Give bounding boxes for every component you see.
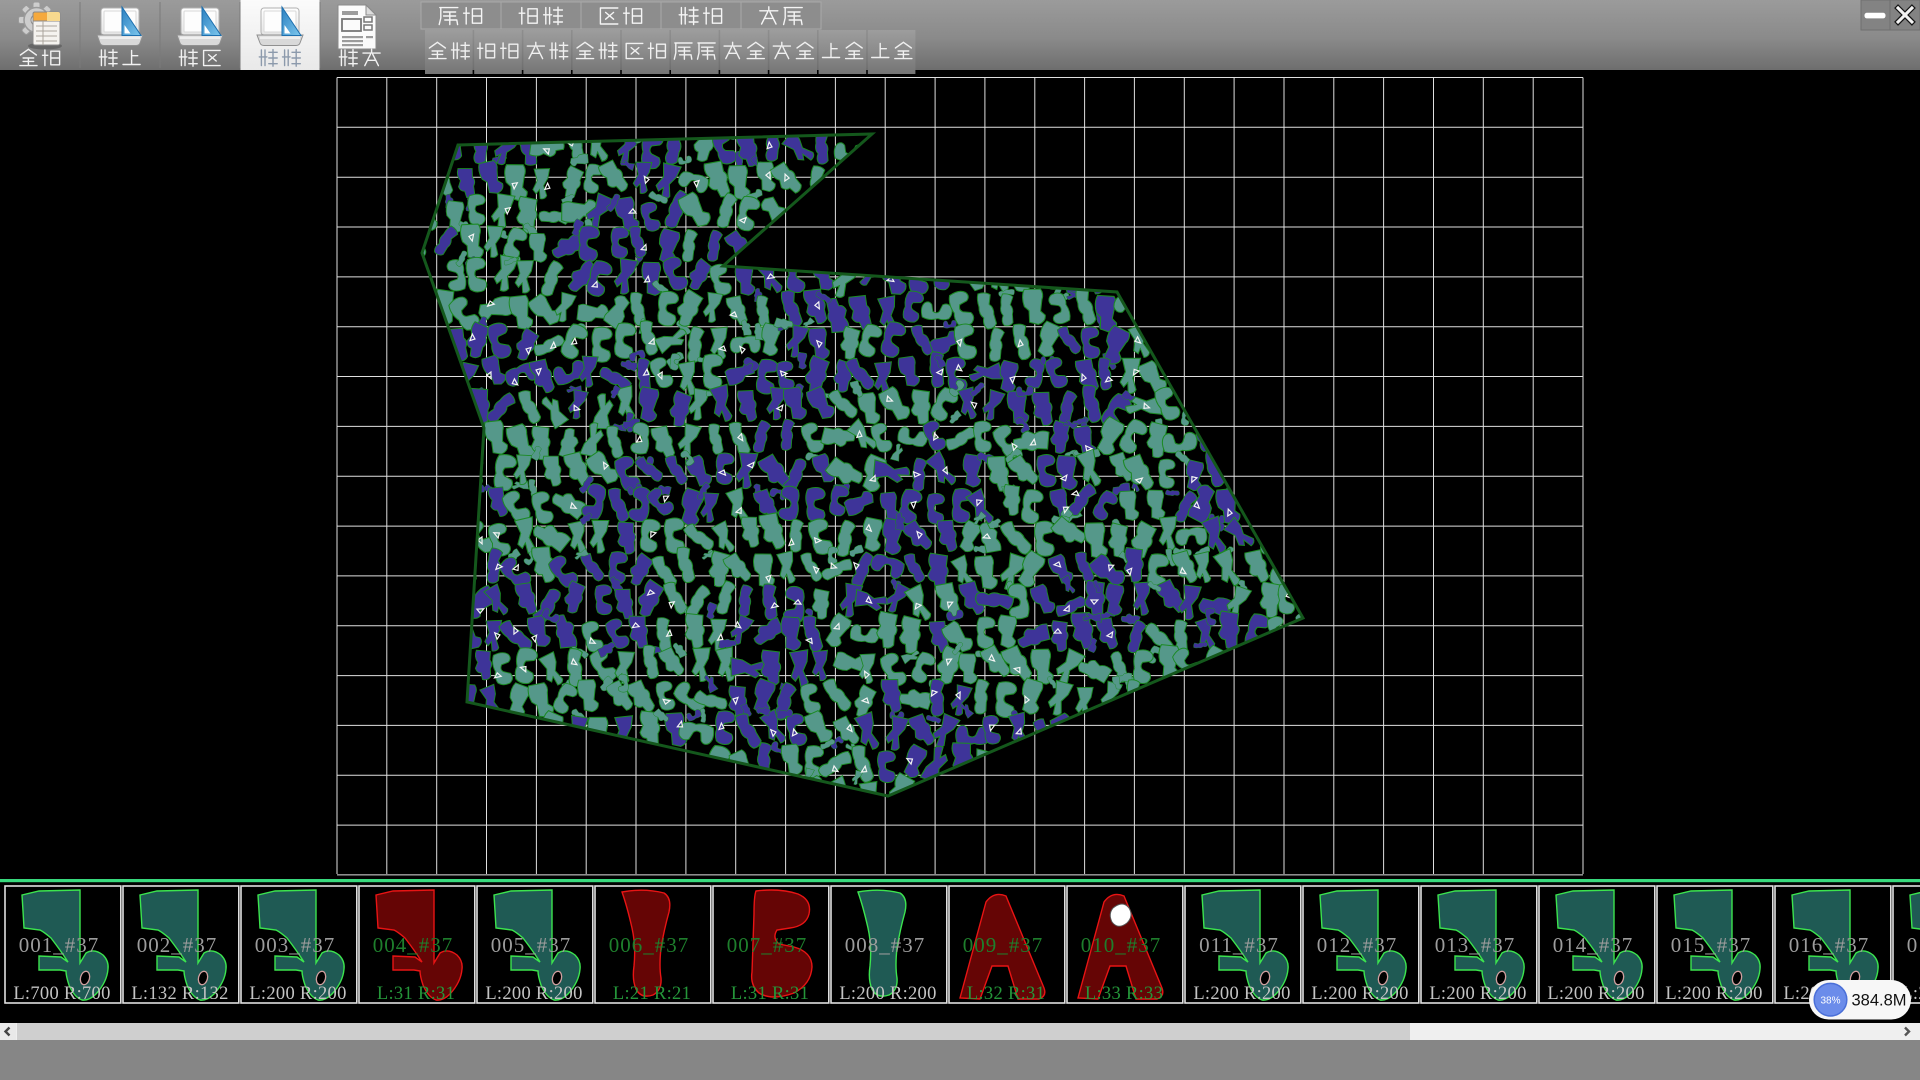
svg-text:L:21 R:21: L:21 R:21 <box>613 984 691 1004</box>
svg-text:L:200 R:200: L:200 R:200 <box>485 984 582 1004</box>
svg-text:L:700 R:700: L:700 R:700 <box>13 984 110 1004</box>
svg-text:015_#37: 015_#37 <box>1671 933 1752 957</box>
svg-text:010_#37: 010_#37 <box>1081 933 1162 957</box>
svg-text:L:200 R:200: L:200 R:200 <box>1547 984 1644 1004</box>
svg-text:L:200 R:200: L:200 R:200 <box>1429 984 1526 1004</box>
svg-text:004_#37: 004_#37 <box>373 933 454 957</box>
svg-text:384.8M: 384.8M <box>1852 992 1907 1010</box>
svg-text:38%: 38% <box>1820 996 1840 1007</box>
svg-text:005_#37: 005_#37 <box>491 933 572 957</box>
svg-text:L:200 R:200: L:200 R:200 <box>249 984 346 1004</box>
svg-text:L:33 R:33: L:33 R:33 <box>1085 984 1163 1004</box>
svg-text:008_#37: 008_#37 <box>845 933 926 957</box>
svg-text:001_#37: 001_#37 <box>19 933 100 957</box>
svg-text:013_#37: 013_#37 <box>1435 933 1516 957</box>
svg-text:L:200 R:200: L:200 R:200 <box>1193 984 1290 1004</box>
svg-text:L:32 R:31: L:32 R:31 <box>967 984 1045 1004</box>
svg-text:006_#37: 006_#37 <box>609 933 690 957</box>
svg-text:L:31 R:31: L:31 R:31 <box>731 984 809 1004</box>
svg-text:016_#37: 016_#37 <box>1789 933 1870 957</box>
svg-text:L:200 R:200: L:200 R:200 <box>1311 984 1408 1004</box>
svg-text:014_#37: 014_#37 <box>1553 933 1634 957</box>
svg-text:017_#37: 017_#37 <box>1907 933 1920 957</box>
svg-text:007_#37: 007_#37 <box>727 933 808 957</box>
svg-text:009_#37: 009_#37 <box>963 933 1044 957</box>
svg-text:L:200 R:200: L:200 R:200 <box>1665 984 1762 1004</box>
svg-text:L:200 R:200: L:200 R:200 <box>839 984 936 1004</box>
svg-text:003_#37: 003_#37 <box>255 933 336 957</box>
svg-text:L:132 R:132: L:132 R:132 <box>131 984 228 1004</box>
svg-text:002_#37: 002_#37 <box>137 933 218 957</box>
svg-text:L:31 R:31: L:31 R:31 <box>377 984 455 1004</box>
svg-text:011_#37: 011_#37 <box>1199 933 1279 957</box>
svg-text:012_#37: 012_#37 <box>1317 933 1398 957</box>
